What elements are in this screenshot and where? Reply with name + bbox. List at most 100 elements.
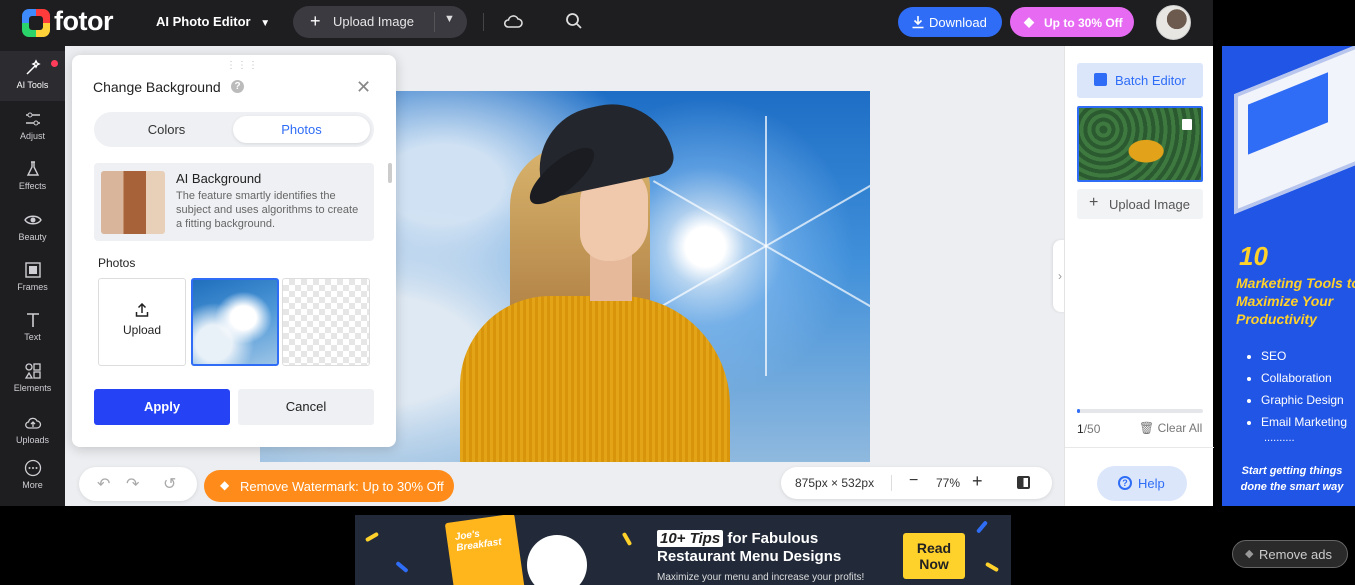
upload-dropdown-chevron-icon[interactable]: ▼	[444, 13, 455, 25]
confetti	[621, 531, 633, 547]
ad-list-item: Email Marketing	[1261, 411, 1347, 433]
divider	[434, 12, 435, 32]
help-button[interactable]: ? Help	[1097, 466, 1187, 501]
banner-title-line2: Restaurant Menu Designs	[657, 548, 842, 565]
tab-colors[interactable]: Colors	[98, 116, 235, 143]
plate-illustration	[527, 535, 587, 585]
image-thumbnail[interactable]	[1077, 106, 1203, 182]
sidebar-item-effects[interactable]: Effects	[0, 152, 65, 202]
side-advertisement[interactable]: 10 Marketing Tools to Maximize Your Prod…	[1222, 46, 1355, 506]
sidebar-item-label: More	[22, 480, 43, 490]
history-controls: ↶ ↷ ↺	[79, 467, 197, 501]
help-icon[interactable]: ?	[231, 80, 244, 93]
upload-icon	[135, 303, 149, 317]
pro-promo-label: Up to 30% Off	[1044, 16, 1123, 30]
sidebar-item-label: Text	[24, 332, 41, 342]
download-icon	[912, 16, 924, 29]
left-sidebar: AI Tools Adjust Effects Beauty Frames Te…	[0, 46, 65, 506]
panel-title: Change Background	[93, 79, 221, 95]
confetti	[364, 531, 380, 543]
read-now-line1: Read	[916, 540, 952, 556]
zoom-out-icon[interactable]: −	[909, 472, 918, 490]
laptop-screen	[1248, 72, 1328, 155]
image-count-total: /50	[1083, 422, 1101, 436]
sidebar-item-beauty[interactable]: Beauty	[0, 203, 65, 253]
shapes-icon	[24, 363, 41, 379]
editor-dropdown[interactable]: AI Photo Editor ▼	[156, 14, 270, 29]
sidebar-item-adjust[interactable]: Adjust	[0, 102, 65, 152]
download-label: Download	[929, 15, 987, 30]
banner-title: 10+ Tips for Fabulous Restaurant Menu De…	[657, 530, 841, 566]
remove-watermark-button[interactable]: ◆ Remove Watermark: Up to 30% Off	[204, 470, 454, 502]
apply-button[interactable]: Apply	[94, 389, 230, 425]
cloud-upload-icon	[24, 417, 41, 429]
banner-advertisement[interactable]: Joe's Breakfast 10+ Tips for Fabulous Re…	[355, 515, 1011, 585]
divider	[891, 475, 892, 491]
search-icon[interactable]	[565, 12, 583, 30]
brand-name[interactable]: fotor	[54, 6, 113, 37]
panel-scrollbar[interactable]	[388, 163, 392, 183]
read-now-line2: Now	[919, 556, 949, 572]
close-icon[interactable]: ✕	[356, 77, 371, 98]
remove-watermark-label: Remove Watermark: Up to 30% Off	[240, 479, 444, 494]
confetti	[975, 520, 989, 534]
upload-tile-label: Upload	[122, 323, 162, 337]
remove-ads-button[interactable]: ◆ Remove ads	[1232, 540, 1348, 568]
laptop-illustration	[1234, 46, 1355, 215]
more-icon	[24, 459, 41, 477]
ad-number: 10	[1239, 241, 1268, 271]
background-option-sky[interactable]	[191, 278, 279, 366]
banner-tag: 10+ Tips	[657, 530, 724, 547]
sidebar-item-uploads[interactable]: Uploads	[0, 406, 65, 456]
diamond-icon: ◆	[1024, 14, 1034, 29]
fotor-logo-icon[interactable]	[22, 9, 50, 37]
reset-icon[interactable]: ↺	[163, 474, 176, 494]
zoom-level[interactable]: 77%	[936, 476, 960, 490]
download-button[interactable]: Download	[898, 7, 1002, 37]
eye-icon	[23, 215, 42, 225]
sidebar-item-text[interactable]: Text	[0, 303, 65, 353]
upload-image-button-secondary[interactable]: + Upload Image	[1077, 189, 1203, 219]
cancel-button[interactable]: Cancel	[238, 389, 374, 425]
batch-editor-button[interactable]: Batch Editor	[1077, 63, 1203, 98]
avatar[interactable]	[1156, 5, 1191, 40]
photos-section-label: Photos	[98, 256, 136, 270]
ad-ellipsis: ..........	[1264, 432, 1295, 444]
menu-card-text: Joe's Breakfast	[454, 528, 503, 554]
upload-background-tile[interactable]: Upload	[98, 278, 186, 366]
pro-promo-button[interactable]: ◆ Up to 30% Off	[1010, 7, 1134, 37]
compare-icon[interactable]	[1017, 476, 1030, 489]
question-icon: ?	[1118, 476, 1132, 490]
sidebar-item-label: Elements	[13, 383, 52, 393]
sidebar-item-label: Frames	[17, 282, 48, 292]
sidebar-item-label: AI Tools	[16, 80, 49, 90]
ai-background-card[interactable]: AI Background The feature smartly identi…	[94, 163, 374, 241]
upload-image-button[interactable]: + Upload Image ▼	[293, 6, 467, 38]
drag-handle-icon[interactable]: ⋮⋮⋮	[226, 60, 259, 71]
read-now-button[interactable]: Read Now	[903, 533, 965, 579]
redo-icon[interactable]: ↷	[126, 474, 139, 494]
image-count: 1/50	[1077, 422, 1100, 436]
trash-icon[interactable]	[1182, 119, 1192, 130]
tab-photos[interactable]: Photos	[233, 116, 370, 143]
sliders-icon	[25, 112, 40, 126]
upload-image-label: Upload Image	[333, 14, 414, 29]
clear-all-button[interactable]: 🗑︎ Clear All	[1139, 421, 1202, 435]
sidebar-item-ai-tools[interactable]: AI Tools	[0, 51, 65, 101]
zoom-controls: 875px × 532px − 77% +	[781, 467, 1052, 499]
zoom-in-icon[interactable]: +	[972, 471, 983, 492]
undo-icon[interactable]: ↶	[97, 474, 110, 494]
sun-ray	[765, 245, 870, 312]
background-option-transparent[interactable]	[282, 278, 370, 366]
banner-subtitle: Maximize your menu and increase your pro…	[657, 572, 865, 583]
sun-ray	[765, 180, 870, 247]
sidebar-item-frames[interactable]: Frames	[0, 253, 65, 303]
sidebar-item-elements[interactable]: Elements	[0, 354, 65, 404]
background-type-tabs: Colors Photos	[94, 112, 374, 147]
menu-card-illustration: Joe's Breakfast	[444, 515, 526, 585]
ai-background-title: AI Background	[176, 171, 262, 186]
sidebar-item-more[interactable]: More	[0, 451, 65, 501]
cloud-icon[interactable]	[503, 12, 523, 32]
plus-icon: +	[310, 11, 321, 31]
clear-all-label: Clear All	[1157, 421, 1203, 435]
